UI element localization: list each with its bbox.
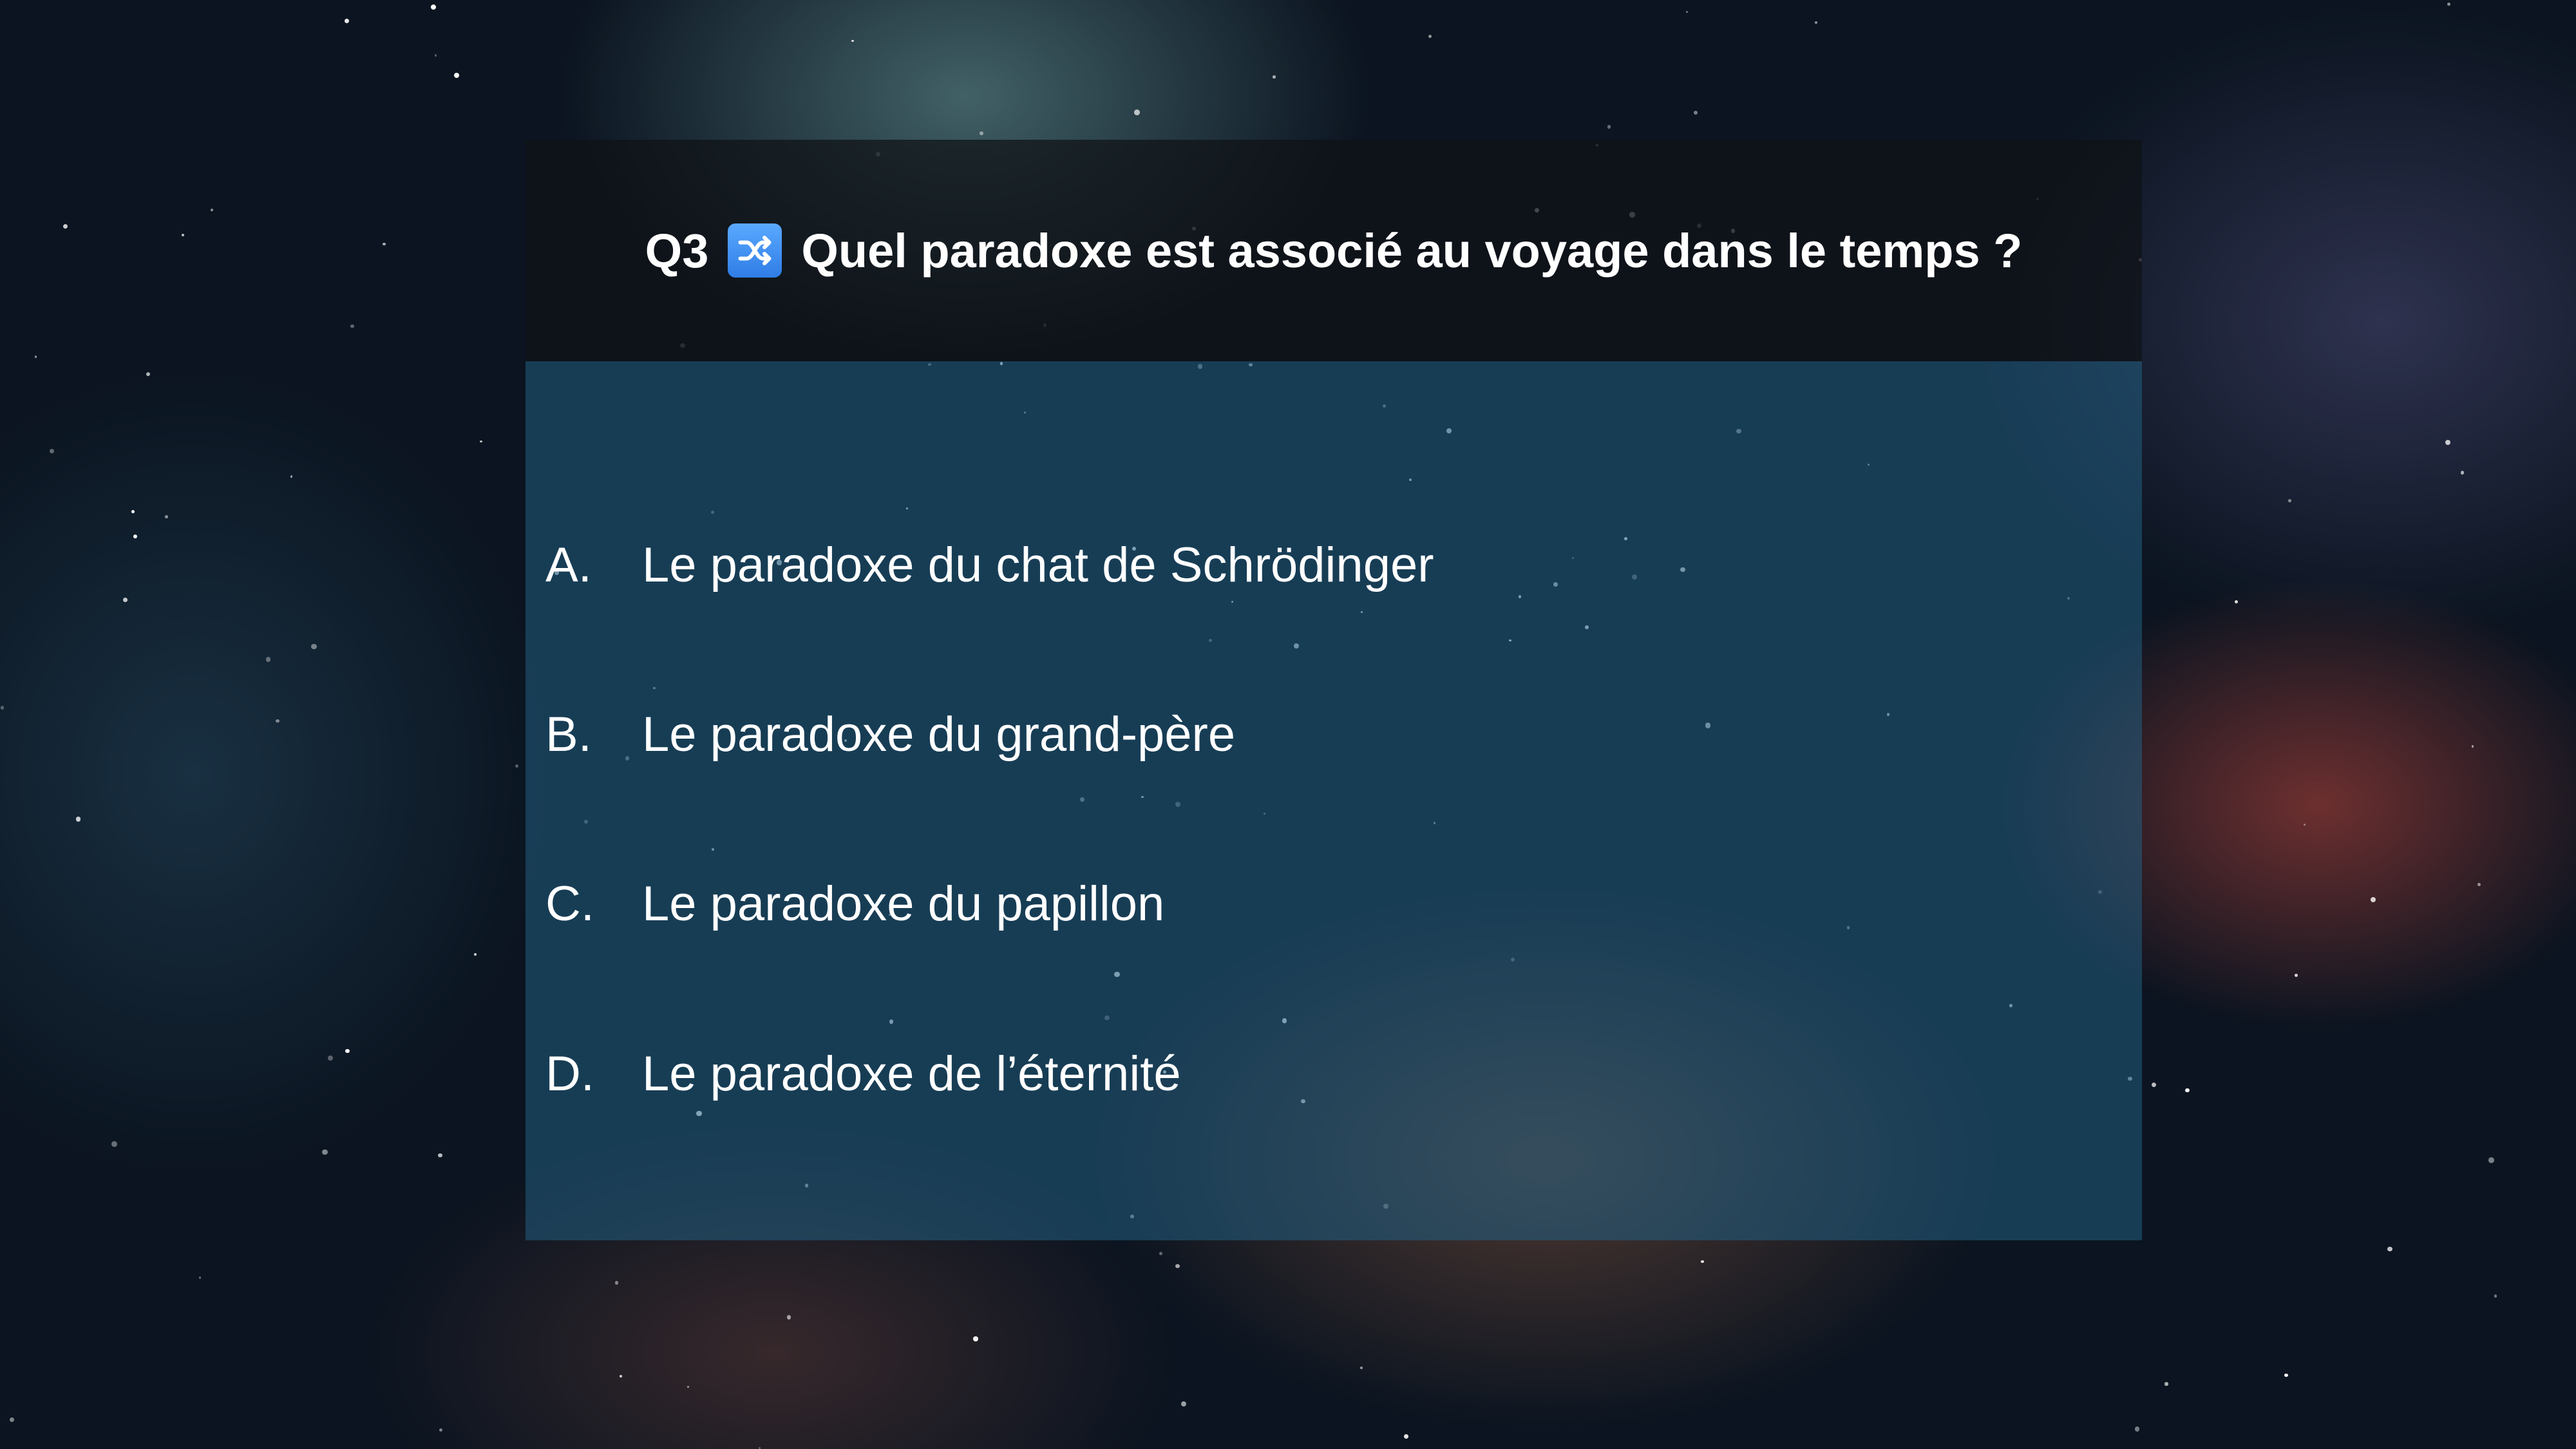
answer-text: Le paradoxe de l’éternité (642, 1046, 1181, 1101)
star (515, 764, 519, 768)
star (438, 1153, 442, 1158)
star (165, 515, 168, 518)
star (327, 1056, 334, 1061)
star (2488, 1157, 2494, 1163)
star (434, 54, 437, 57)
star (0, 706, 5, 710)
star (2185, 1088, 2190, 1093)
star (1685, 11, 1688, 14)
star (344, 18, 350, 24)
answer-option-b[interactable]: B. Le paradoxe du grand-père (545, 706, 1235, 762)
star (1701, 1260, 1704, 1263)
star (2134, 1426, 2140, 1432)
star (2164, 1382, 2168, 1386)
answer-letter: A. (545, 538, 592, 592)
star (2471, 745, 2474, 748)
star (2151, 1083, 2157, 1088)
star (75, 817, 80, 822)
star (131, 509, 135, 513)
star (210, 208, 213, 211)
star (1428, 35, 1432, 39)
star (1159, 1251, 1163, 1256)
star (382, 242, 386, 246)
star (146, 372, 151, 376)
star (1180, 1401, 1186, 1407)
star (2284, 1373, 2288, 1378)
star (473, 952, 477, 956)
star (614, 1281, 619, 1285)
question-title: Q3 Quel paradoxe est associé au voyage d… (645, 223, 2023, 278)
answer-option-a[interactable]: A. Le paradoxe du chat de Schrödinger (545, 537, 1434, 593)
star (2447, 3, 2450, 6)
star (1175, 1264, 1180, 1269)
star (2460, 471, 2465, 475)
star (687, 1385, 689, 1388)
star (111, 1141, 117, 1147)
answer-text: Le paradoxe du papillon (642, 876, 1165, 931)
star (2387, 1246, 2392, 1252)
star (480, 440, 482, 443)
star (345, 1048, 350, 1054)
star (198, 1276, 202, 1279)
answer-option-d[interactable]: D. Le paradoxe de l’éternité (545, 1046, 1181, 1102)
star (2477, 882, 2481, 886)
answer-text: Le paradoxe du grand-père (642, 707, 1236, 762)
star (851, 39, 854, 43)
star (9, 1417, 14, 1423)
star (439, 1428, 443, 1432)
star (1273, 75, 1276, 79)
star (2371, 897, 2376, 903)
star (619, 1374, 623, 1378)
star (2445, 440, 2451, 446)
star (973, 1336, 978, 1341)
star (1134, 109, 1140, 115)
star (979, 131, 983, 135)
star (1815, 21, 1817, 24)
star (34, 355, 37, 358)
answer-letter: C. (545, 876, 594, 931)
answer-option-c[interactable]: C. Le paradoxe du papillon (545, 876, 1164, 932)
star (2288, 499, 2291, 502)
star (2294, 973, 2298, 978)
star (122, 597, 128, 602)
star (322, 1149, 328, 1155)
star (786, 1315, 791, 1320)
star (1607, 125, 1611, 129)
star (2494, 1294, 2497, 1298)
question-number: Q3 (645, 223, 709, 278)
star (133, 535, 137, 539)
star (2234, 600, 2239, 604)
star (2303, 823, 2306, 826)
star (453, 72, 460, 79)
answer-letter: B. (545, 707, 592, 762)
star (1693, 111, 1698, 115)
star (1360, 1367, 1363, 1369)
star (311, 643, 317, 650)
star (430, 4, 436, 10)
star (1404, 1434, 1409, 1439)
star (265, 657, 271, 662)
star (276, 719, 279, 723)
shuffle-icon (728, 223, 782, 278)
answer-letter: D. (545, 1046, 594, 1101)
star (350, 324, 354, 328)
question-text: Quel paradoxe est associé au voyage dans… (801, 223, 2023, 278)
question-header: Q3 Quel paradoxe est associé au voyage d… (526, 140, 2142, 361)
star (182, 234, 184, 236)
star (290, 475, 293, 478)
answers-panel: A. Le paradoxe du chat de Schrödinger B.… (526, 361, 2142, 1240)
answer-text: Le paradoxe du chat de Schrödinger (642, 538, 1434, 592)
star (50, 449, 54, 453)
star (62, 223, 68, 229)
star (758, 1446, 761, 1449)
